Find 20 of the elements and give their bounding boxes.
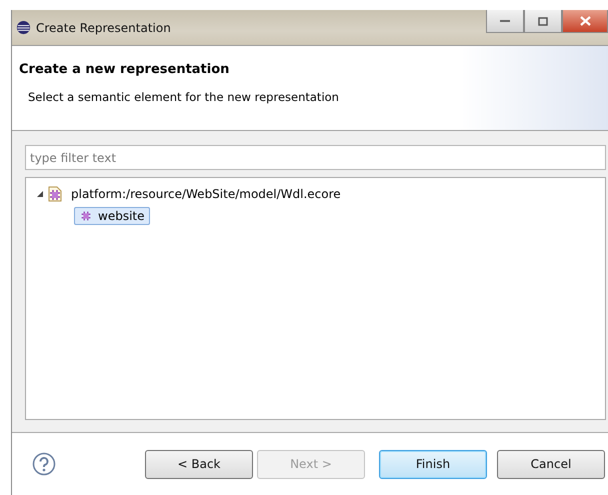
cancel-button[interactable]: Cancel [497, 450, 605, 478]
expanded-arrow-icon[interactable] [36, 190, 44, 198]
page-title: Create a new representation [19, 62, 230, 77]
minimize-button[interactable] [486, 10, 524, 33]
window-title: Create Representation [36, 20, 171, 34]
maximize-button[interactable] [524, 10, 562, 33]
close-icon [580, 16, 590, 26]
help-icon[interactable] [32, 452, 56, 476]
maximize-icon [538, 16, 548, 26]
close-button[interactable] [562, 10, 608, 33]
tree-item[interactable]: platform:/resource/WebSite/model/Wdl.ecore [66, 185, 346, 203]
page-message: Select a semantic element for the new representation [28, 90, 339, 104]
minimize-icon [500, 19, 510, 23]
filter-field[interactable]: type filter text [25, 145, 606, 170]
app-icon [16, 20, 31, 35]
model-file-icon [48, 186, 62, 202]
finish-button[interactable]: Finish [379, 450, 487, 478]
package-icon [79, 209, 93, 223]
tree-item[interactable]: website [74, 207, 150, 225]
back-button[interactable]: < Back [145, 450, 253, 478]
